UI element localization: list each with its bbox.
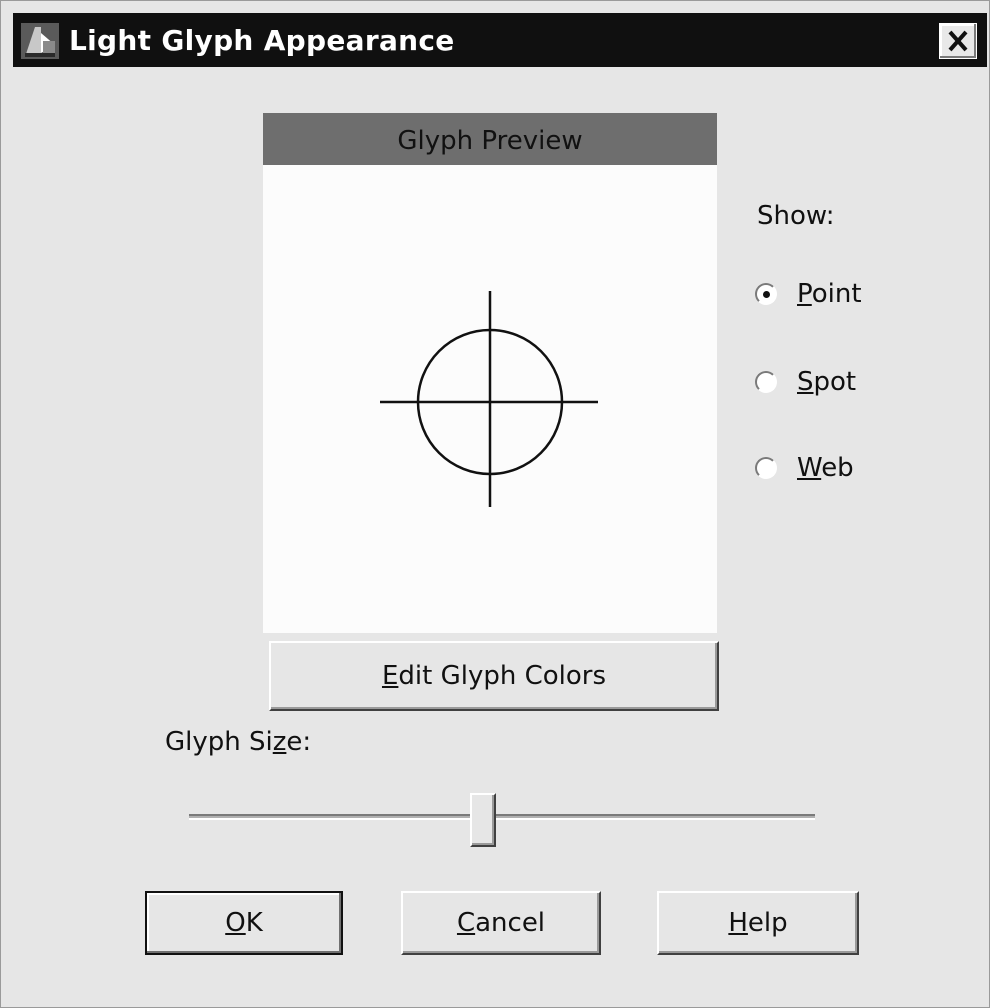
help-button[interactable]: Help <box>657 891 859 955</box>
glyph-size-slider-thumb[interactable] <box>470 793 497 847</box>
radio-point-label: Point <box>797 279 862 309</box>
ok-button[interactable]: OK <box>145 891 343 955</box>
glyph-size-slider-track[interactable] <box>189 814 815 820</box>
close-icon <box>948 30 968 52</box>
radio-web-circle[interactable] <box>755 457 777 479</box>
glyph-preview-canvas <box>263 165 717 633</box>
radio-point-circle[interactable] <box>755 283 777 305</box>
close-button[interactable] <box>939 23 977 59</box>
title-bar[interactable]: Light Glyph Appearance <box>13 13 987 67</box>
crosshair-circle-glyph <box>380 291 598 507</box>
glyph-size-label: Glyph Size: <box>165 727 312 757</box>
light-glyph-appearance-dialog: Light Glyph Appearance Glyph Preview Edi… <box>0 0 990 1008</box>
glyph-preview-header: Glyph Preview <box>263 113 717 165</box>
radio-selected-dot <box>763 291 770 298</box>
show-label: Show: <box>757 201 835 231</box>
cancel-button[interactable]: Cancel <box>401 891 601 955</box>
glyph-app-icon <box>21 23 59 59</box>
radio-web-label: Web <box>797 453 854 483</box>
radio-spot-label: Spot <box>797 367 857 397</box>
edit-glyph-colors-button[interactable]: Edit Glyph Colors <box>269 641 719 711</box>
radio-spot-circle[interactable] <box>755 371 777 393</box>
window-title: Light Glyph Appearance <box>69 24 455 57</box>
